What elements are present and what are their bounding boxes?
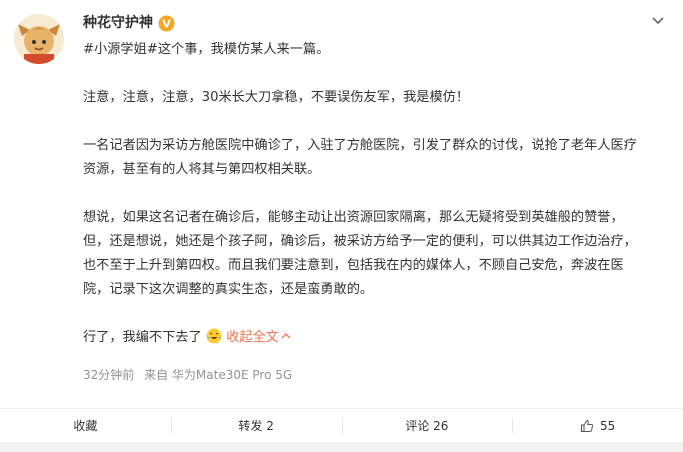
post-toolbar: 收藏 转发 2 评论 26 55	[0, 408, 683, 442]
card-bottom-gap	[0, 442, 683, 452]
comment-button[interactable]: 评论 26	[341, 409, 513, 442]
post-text: 这个事，我模仿某人来一篇。	[157, 42, 330, 57]
favorite-button[interactable]: 收藏	[0, 409, 171, 442]
favorite-label: 收藏	[73, 419, 98, 433]
avatar[interactable]	[14, 14, 64, 64]
post-text-final: 行了，我编不下去了	[83, 330, 202, 345]
chevron-up-icon	[281, 333, 291, 339]
like-count: 55	[599, 418, 616, 433]
like-button[interactable]: 55	[512, 409, 683, 442]
post-source: 来自 华为Mate30E Pro 5G	[144, 368, 293, 382]
post-content: #小源学姐#这个事，我模仿某人来一篇。 注意，注意，注意，30米长大刀拿稳，不要…	[83, 38, 673, 350]
post-paragraph-3-line-2: 资源，甚至有的人将其与第四权相关联。	[83, 162, 321, 177]
post-time[interactable]: 32分钟前	[83, 368, 134, 382]
post-paragraph-4-line-2: 但，还是想说，她还是个孩子阿，确诊后，被采访方给予一定的便利，可以供其边工作边治…	[83, 234, 637, 249]
post-paragraph-5: 行了，我编不下去了 收起全文	[83, 326, 673, 350]
crying-laughing-emoji-icon	[206, 328, 222, 344]
avatar-cartoon-icon	[14, 14, 64, 64]
post-meta: 32分钟前 来自 华为Mate30E Pro 5G	[83, 367, 298, 383]
post-paragraph-4-line-1: 想说，如果这名记者在确诊后，能够主动让出资源回家隔离，那么无疑将受到英雄般的赞誉…	[83, 210, 624, 225]
post-paragraph-4-line-4: 院，记录下这次调整的真实生态，还是蛮勇敢的。	[83, 282, 374, 297]
thumbs-up-icon	[580, 419, 594, 432]
repost-button[interactable]: 转发 2	[170, 409, 342, 442]
username[interactable]: 种花守护神	[83, 14, 153, 32]
svg-text:V: V	[162, 18, 171, 31]
hashtag-link[interactable]: #小源学姐#	[83, 42, 158, 57]
chevron-down-icon[interactable]	[647, 12, 669, 30]
post-paragraph-3-line-1: 一名记者因为采访方舱医院中确诊了，入驻了方舱医院，引发了群众的讨伐，说抢了老年人…	[83, 138, 637, 153]
collapse-label: 收起全文	[226, 330, 279, 345]
verified-badge-icon: V	[158, 15, 175, 32]
post-paragraph-4-line-3: 也不至于上升到第四权。而且我们要注意到，包括我在内的媒体人，不顾自己安危，奔波在…	[83, 258, 624, 273]
comment-label: 评论 26	[405, 419, 449, 433]
repost-label: 转发 2	[238, 419, 274, 433]
weibo-post-card: 种花守护神 V #小源学姐#这个事，我模仿某人来一篇。 注意，注意，注意，30米…	[0, 0, 683, 452]
collapse-full-text-link[interactable]: 收起全文	[226, 330, 291, 345]
post-paragraph-2: 注意，注意，注意，30米长大刀拿稳，不要误伤友军，我是模仿！	[83, 90, 470, 105]
post-line-1: #小源学姐#这个事，我模仿某人来一篇。	[83, 38, 673, 62]
